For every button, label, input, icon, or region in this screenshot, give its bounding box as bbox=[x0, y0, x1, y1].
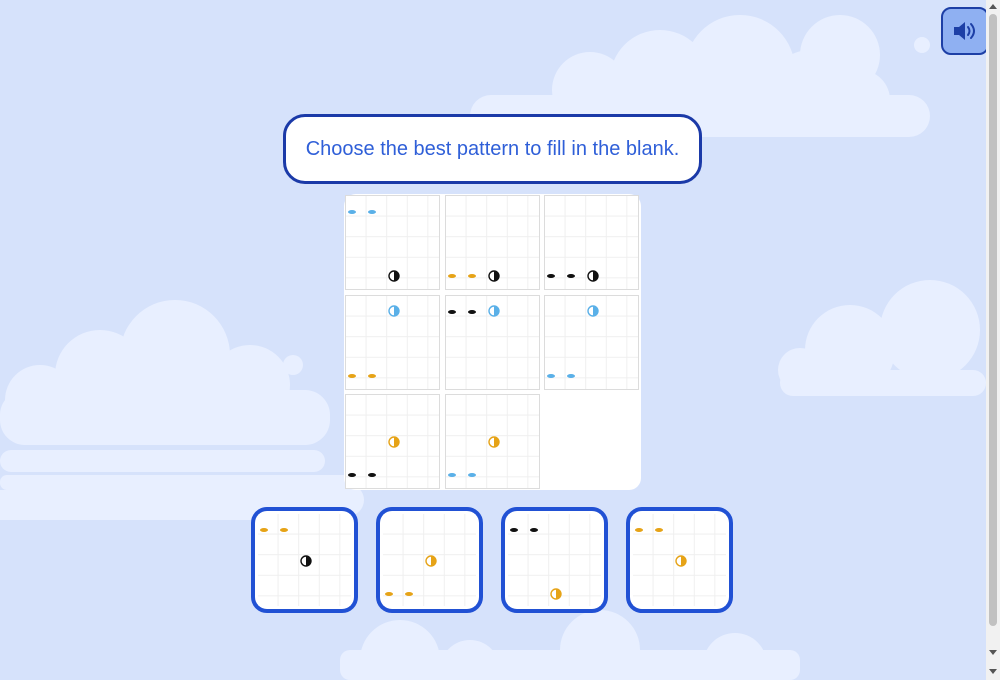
dash-mark bbox=[368, 473, 376, 477]
half-circle-icon bbox=[300, 554, 312, 567]
dash-mark bbox=[368, 373, 376, 378]
grid-cell bbox=[345, 195, 440, 290]
dash-mark bbox=[447, 473, 456, 477]
grid-cell bbox=[444, 394, 540, 489]
dash-mark bbox=[467, 473, 476, 477]
pattern-grid bbox=[344, 194, 641, 490]
half-circle-icon bbox=[587, 269, 599, 282]
grid-cell bbox=[345, 294, 440, 390]
half-circle-icon bbox=[388, 435, 400, 448]
dash-mark bbox=[547, 274, 555, 278]
grid-cell bbox=[345, 394, 440, 489]
answer-option-4[interactable] bbox=[626, 507, 733, 613]
dash-mark bbox=[655, 528, 663, 532]
half-circle-icon bbox=[550, 587, 562, 600]
speaker-icon bbox=[954, 22, 975, 40]
dash-mark bbox=[348, 473, 356, 477]
half-circle-icon bbox=[487, 304, 500, 317]
dash-mark bbox=[467, 274, 476, 278]
grid-cell bbox=[544, 294, 639, 390]
answer-option-2[interactable] bbox=[376, 507, 483, 613]
dash-mark bbox=[368, 210, 376, 214]
answer-option-1[interactable] bbox=[251, 507, 358, 613]
dash-mark bbox=[280, 528, 288, 532]
dash-mark bbox=[567, 373, 575, 378]
sound-button[interactable] bbox=[941, 7, 989, 55]
dash-mark bbox=[260, 528, 268, 532]
dash-mark bbox=[447, 274, 456, 278]
half-circle-icon bbox=[425, 554, 437, 567]
scrollbar-thumb[interactable] bbox=[989, 14, 997, 626]
option-pattern bbox=[383, 514, 476, 606]
dash-mark bbox=[467, 309, 476, 314]
option-pattern bbox=[508, 514, 601, 606]
dash-mark bbox=[447, 309, 456, 314]
half-circle-icon bbox=[487, 435, 500, 448]
dash-mark bbox=[635, 528, 643, 532]
half-circle-icon bbox=[487, 269, 500, 282]
dash-mark bbox=[567, 274, 575, 278]
half-circle-icon bbox=[587, 304, 599, 317]
option-pattern bbox=[258, 514, 351, 606]
dash-mark bbox=[348, 210, 356, 214]
half-circle-icon bbox=[675, 554, 687, 567]
grid-cell bbox=[444, 195, 540, 290]
instruction-text: Choose the best pattern to fill in the b… bbox=[305, 137, 680, 160]
dash-mark bbox=[547, 373, 555, 378]
grid-cell bbox=[444, 294, 540, 390]
half-circle-icon bbox=[388, 269, 400, 282]
instruction-prompt: Choose the best pattern to fill in the b… bbox=[283, 114, 702, 184]
page-scrollbar[interactable] bbox=[986, 0, 1000, 680]
answer-option-3[interactable] bbox=[501, 507, 608, 613]
option-pattern bbox=[633, 514, 726, 606]
half-circle-icon bbox=[388, 304, 400, 317]
dash-mark bbox=[348, 373, 356, 378]
dash-mark bbox=[405, 592, 413, 596]
grid-cell bbox=[544, 195, 639, 290]
dash-mark bbox=[530, 528, 538, 532]
dash-mark bbox=[385, 592, 393, 596]
dash-mark bbox=[510, 528, 518, 532]
